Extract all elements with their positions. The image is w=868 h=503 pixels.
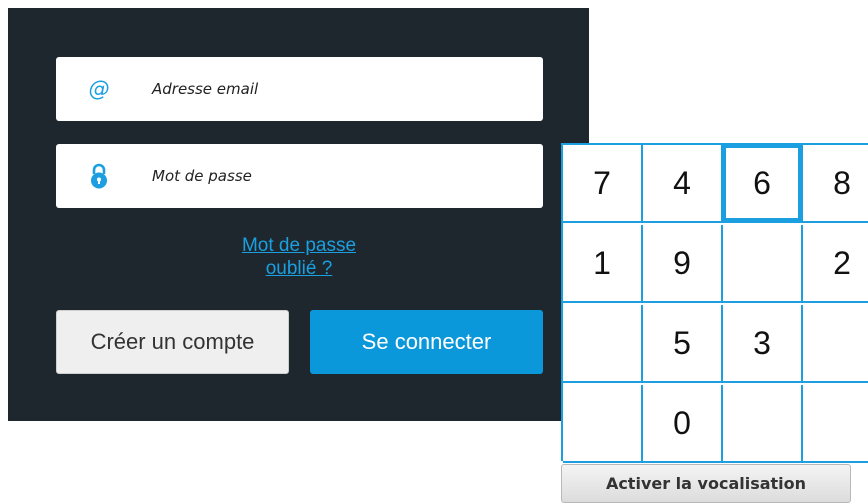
connect-button[interactable]: Se connecter [310, 310, 543, 374]
password-field[interactable]: Mot de passe [56, 144, 543, 208]
keypad-key-9[interactable]: 9 [643, 225, 723, 303]
keypad-key-7[interactable]: 7 [563, 145, 643, 223]
keypad-key-6[interactable]: 6 [723, 145, 803, 223]
email-field[interactable]: @ Adresse email [56, 57, 543, 121]
forgot-password-link[interactable]: Mot de passe oublié ? [204, 234, 394, 280]
keypad-key-empty[interactable] [723, 385, 803, 463]
keypad-key-empty[interactable] [803, 305, 868, 383]
activate-vocalisation-button[interactable]: Activer la vocalisation [561, 464, 851, 503]
keypad-key-3[interactable]: 3 [723, 305, 803, 383]
keypad-key-4[interactable]: 4 [643, 145, 723, 223]
forgot-link-line2: oublié ? [265, 258, 333, 279]
keypad-key-0[interactable]: 0 [643, 385, 723, 463]
keypad-key-empty[interactable] [563, 305, 643, 383]
at-sign-icon: @ [88, 77, 110, 101]
virtual-keypad: 7468 19 2 530 [561, 143, 868, 463]
keypad-key-2[interactable]: 2 [803, 225, 868, 303]
keypad-key-5[interactable]: 5 [643, 305, 723, 383]
email-value: Adresse email [152, 80, 259, 98]
keypad-key-8[interactable]: 8 [803, 145, 868, 223]
keypad-key-empty[interactable] [803, 385, 868, 463]
create-account-button[interactable]: Créer un compte [56, 310, 289, 374]
login-panel: @ Adresse email Mot de passe Mot de pass… [8, 8, 589, 421]
lock-icon [88, 163, 110, 189]
login-screen: @ Adresse email Mot de passe Mot de pass… [0, 0, 868, 503]
keypad-key-1[interactable]: 1 [563, 225, 643, 303]
keypad-key-empty[interactable] [723, 225, 803, 303]
password-value: Mot de passe [152, 167, 252, 185]
forgot-link-line1: Mot de passe [241, 235, 357, 256]
keypad-key-empty[interactable] [563, 385, 643, 463]
